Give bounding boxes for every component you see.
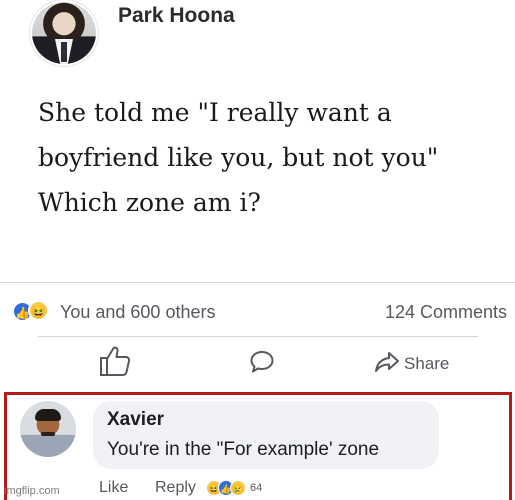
commenter-name[interactable]: Xavier [107, 409, 164, 431]
like-button[interactable] [98, 344, 132, 378]
reactions-count-text[interactable]: You and 600 others [60, 302, 215, 323]
post-actions-row: Share [0, 340, 515, 388]
avatar-tie [61, 42, 67, 62]
post-text-line: boyfriend like you, but not you" [38, 143, 439, 172]
comment-text: You're in the "For example' zone [107, 439, 380, 460]
post-text-line: She told me "I really want a [38, 98, 392, 127]
comment-reply-button[interactable]: Reply [155, 479, 196, 497]
thumbs-up-icon [100, 346, 131, 376]
reactions-summary-row: 👍 😆 You and 600 others 124 Comments [0, 295, 515, 329]
comment-actions-row: Like Reply 😆 👍 😢 64 [7, 477, 515, 500]
comment-bubble-icon [250, 351, 274, 373]
comment-button[interactable] [249, 349, 275, 375]
comment-like-button[interactable]: Like [99, 479, 128, 497]
share-button[interactable]: Share [404, 354, 449, 374]
comment-bubble: Xavier You're in the "For example' zone [93, 401, 439, 469]
author-avatar[interactable] [30, 0, 98, 66]
facebook-post: Park Hoona She told me "I really want a … [0, 0, 515, 392]
sad-reaction-icon: 😢 [230, 480, 246, 496]
post-author-name[interactable]: Park Hoona [118, 4, 235, 28]
comments-count-link[interactable]: 124 Comments [385, 302, 507, 323]
avatar-mustache [41, 432, 55, 436]
post-text: She told me "I really want a boyfriend l… [38, 90, 488, 225]
comment-reaction-count[interactable]: 64 [250, 482, 262, 494]
divider [38, 336, 478, 337]
watermark: imgflip.com [4, 485, 60, 497]
commenter-avatar[interactable] [20, 401, 76, 457]
share-arrow-icon[interactable] [374, 350, 400, 374]
avatar-hair [35, 409, 61, 421]
highlighted-comment: Xavier You're in the "For example' zone … [4, 392, 512, 500]
divider [0, 282, 515, 283]
post-text-line: Which zone am i? [38, 188, 261, 217]
haha-reaction-icon: 😆 [28, 300, 49, 321]
